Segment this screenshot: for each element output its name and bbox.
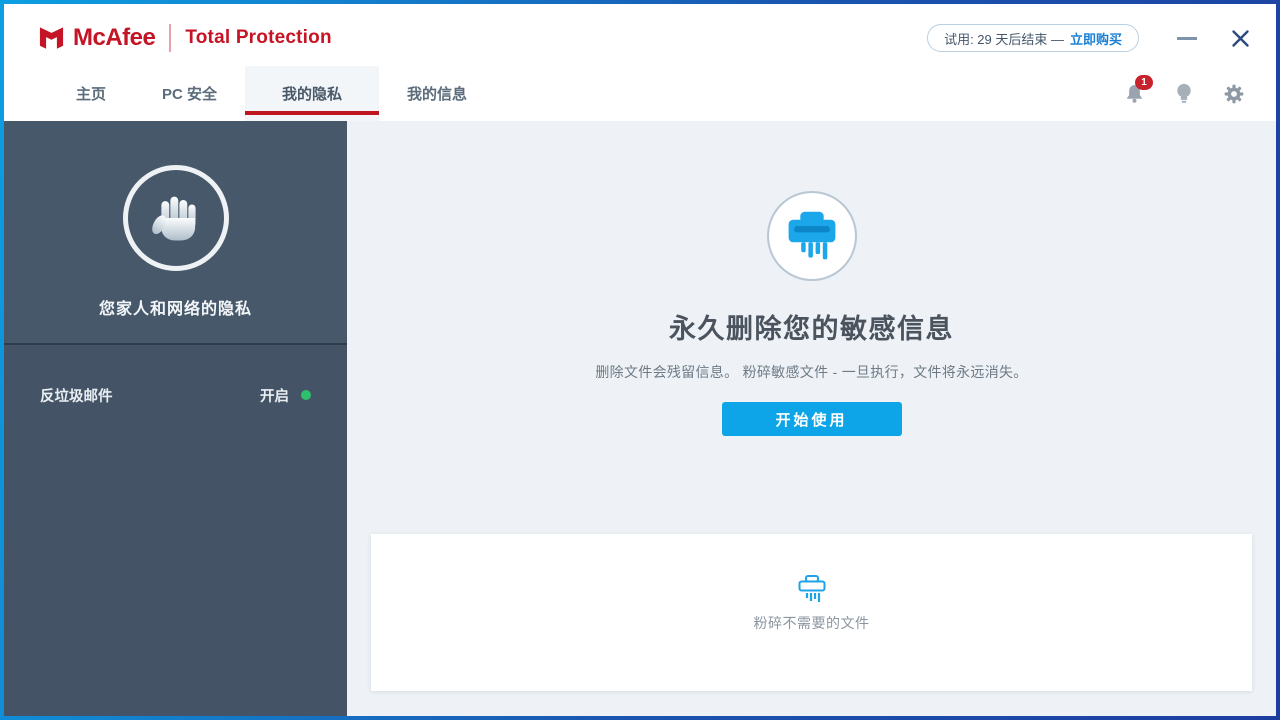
tips-button[interactable] [1174, 82, 1194, 105]
minimize-icon[interactable] [1177, 36, 1197, 40]
nav-tabs: 主页 PC 安全 我的隐私 我的信息 1 [4, 66, 1276, 121]
tab-pc-security[interactable]: PC 安全 [134, 66, 245, 121]
shred-files-card[interactable]: 粉碎不需要的文件 [371, 534, 1252, 691]
sidebar: 您家人和网络的隐私 反垃圾邮件 开启 [4, 121, 347, 716]
shredder-outline-icon [798, 575, 825, 602]
settings-button[interactable] [1222, 82, 1246, 106]
brand-name: McAfee [73, 24, 156, 51]
product-name: Total Protection [185, 27, 332, 48]
close-icon[interactable] [1231, 29, 1250, 48]
header-icons: 1 [1123, 66, 1246, 121]
sidebar-title: 您家人和网络的隐私 [98, 301, 252, 318]
get-started-button[interactable]: 开始使用 [721, 402, 902, 436]
tab-my-info[interactable]: 我的信息 [379, 66, 495, 121]
page-title: 永久删除您的敏感信息 [669, 314, 954, 344]
buy-now-link[interactable]: 立即购买 [1070, 29, 1122, 48]
notifications-button[interactable]: 1 [1123, 75, 1153, 105]
sidebar-item-antispam[interactable]: 反垃圾邮件 开启 [4, 371, 347, 419]
notification-count-badge: 1 [1135, 75, 1153, 90]
sidebar-header: 您家人和网络的隐私 [4, 121, 347, 345]
shredder-hero-circle [766, 191, 857, 281]
shredder-icon [788, 211, 835, 260]
app-window: McAfee Total Protection 试用: 29 天后结束 — 立即… [0, 0, 1280, 720]
content: 您家人和网络的隐私 反垃圾邮件 开启 永久删除您的敏感信息 删除文件会残留信息。… [4, 121, 1276, 716]
lightbulb-icon [1177, 83, 1191, 103]
sidebar-list: 反垃圾邮件 开启 [4, 345, 347, 716]
privacy-ring [122, 165, 229, 271]
trial-badge[interactable]: 试用: 29 天后结束 — 立即购买 [927, 24, 1139, 52]
shred-files-label: 粉碎不需要的文件 [753, 615, 870, 631]
header: McAfee Total Protection 试用: 29 天后结束 — 立即… [4, 4, 1276, 121]
gear-icon [1224, 84, 1244, 103]
mcafee-shield-icon [39, 26, 64, 49]
brand-row: McAfee Total Protection 试用: 29 天后结束 — 立即… [4, 4, 1276, 66]
antispam-status: 开启 [260, 385, 311, 406]
antispam-label: 反垃圾邮件 [40, 388, 113, 405]
brand-divider [169, 24, 172, 52]
tab-my-privacy[interactable]: 我的隐私 [245, 66, 380, 121]
status-text: 开启 [260, 388, 289, 405]
tab-home[interactable]: 主页 [48, 66, 134, 121]
stop-hand-icon [151, 196, 196, 241]
trial-text: 试用: 29 天后结束 — [944, 31, 1064, 47]
page-description: 删除文件会残留信息。 粉碎敏感文件 - 一旦执行，文件将永远消失。 [595, 364, 1028, 380]
main-panel: 永久删除您的敏感信息 删除文件会残留信息。 粉碎敏感文件 - 一旦执行，文件将永… [347, 121, 1276, 716]
status-on-dot [301, 390, 311, 400]
app-chrome: McAfee Total Protection 试用: 29 天后结束 — 立即… [4, 4, 1276, 716]
